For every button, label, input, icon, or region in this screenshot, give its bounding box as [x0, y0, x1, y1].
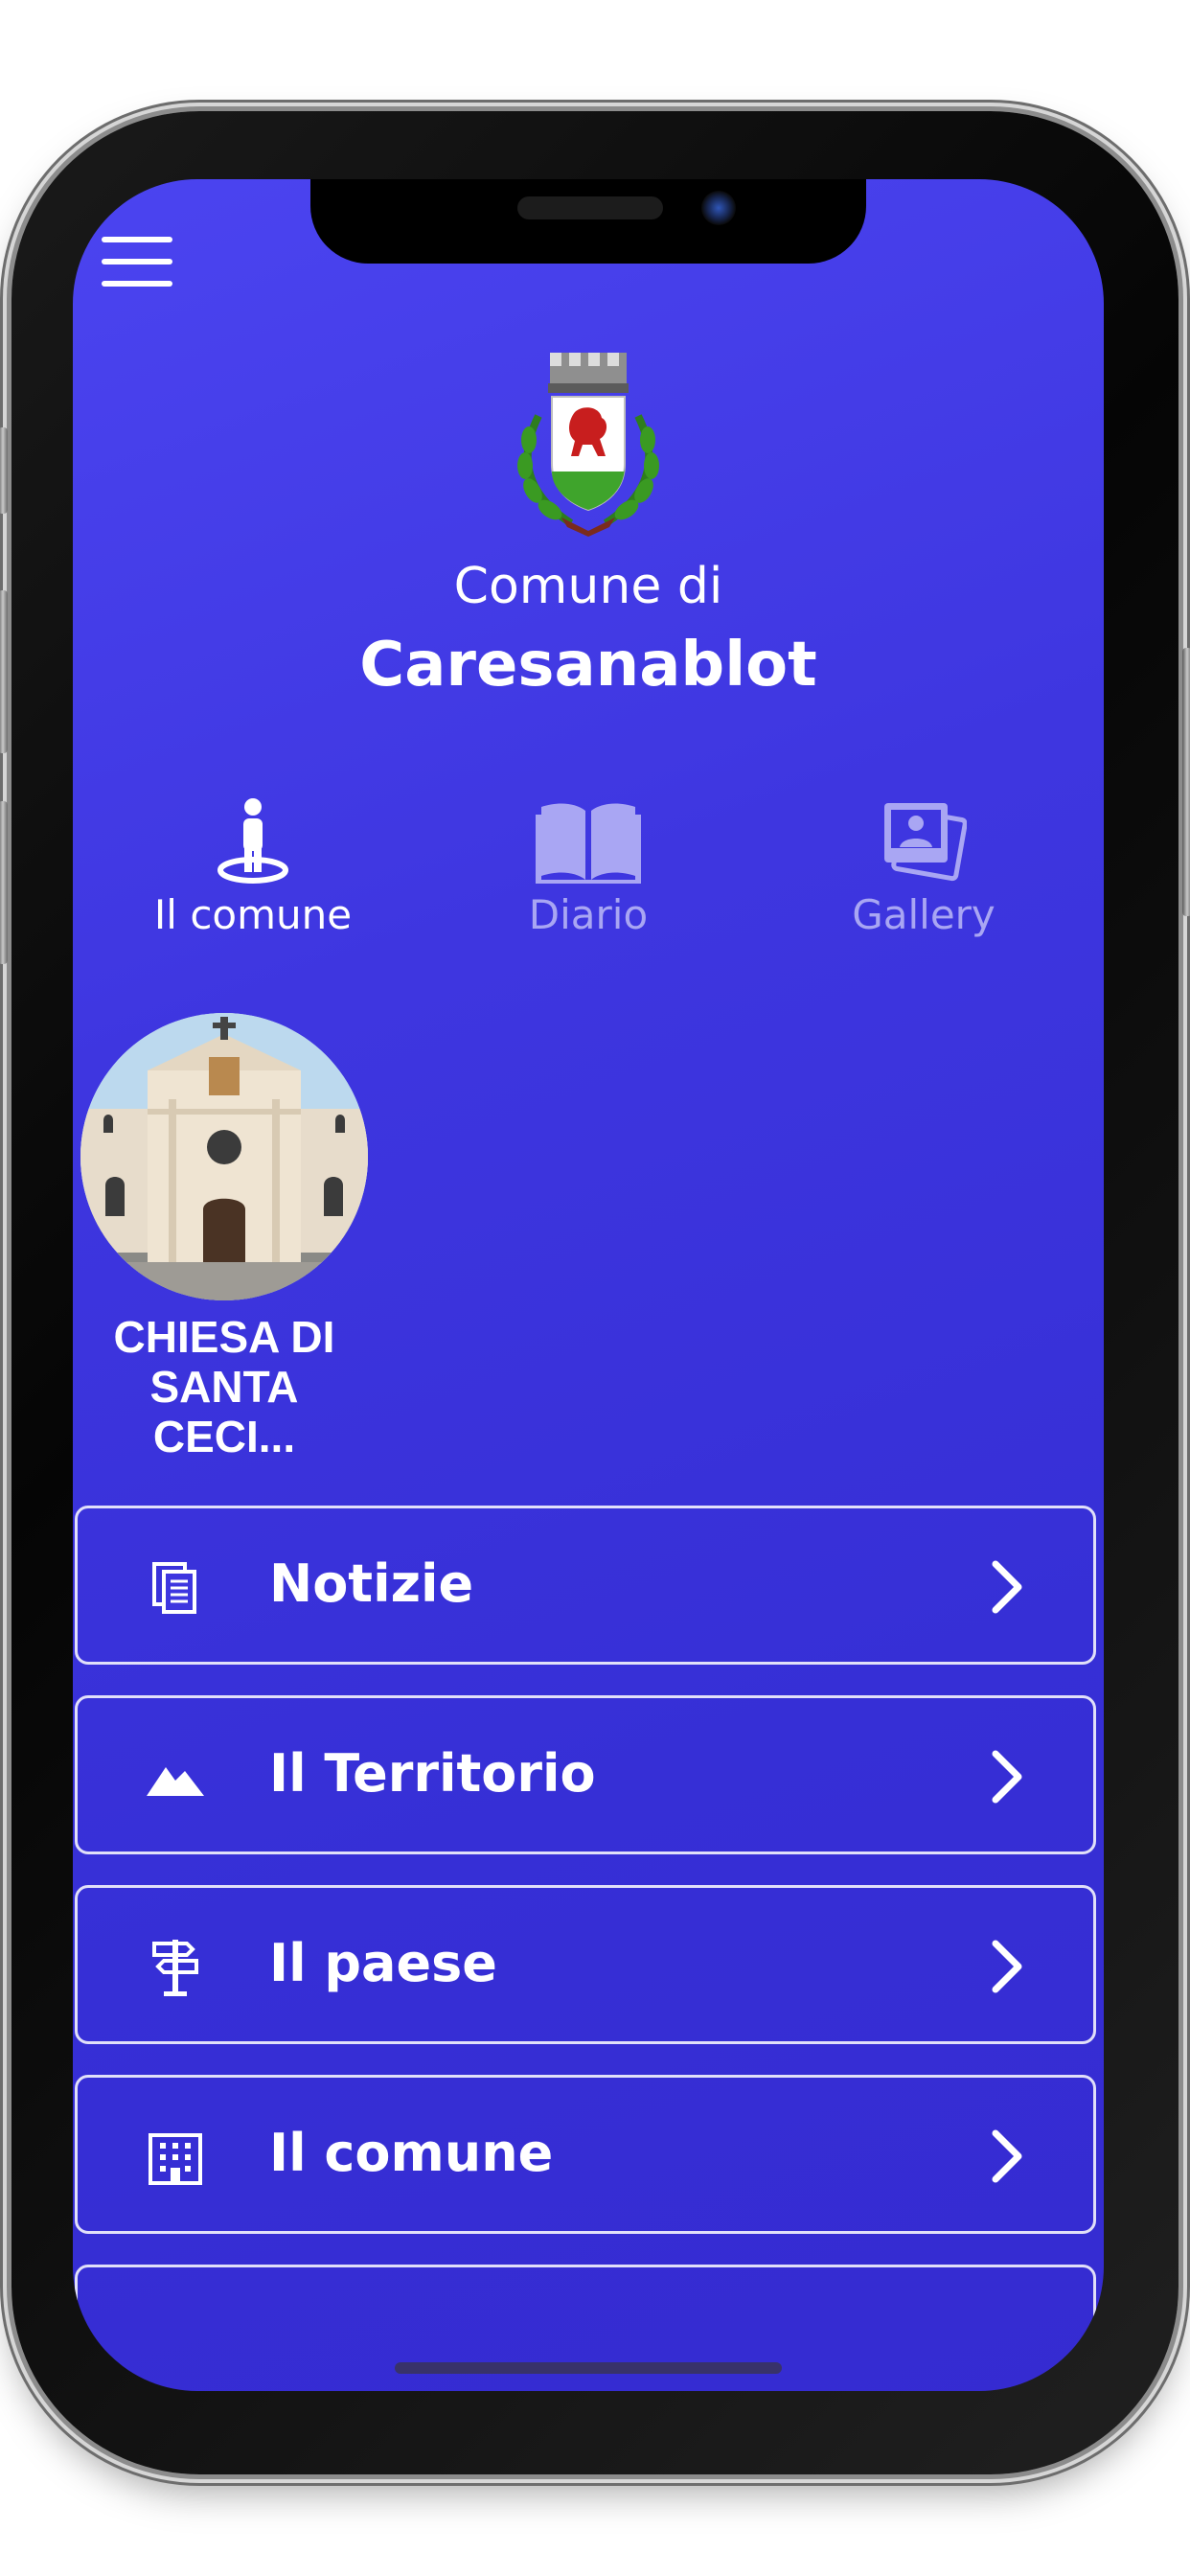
building-icon [149, 2133, 202, 2185]
menu-item-notizie[interactable]: Notizie [75, 1506, 1096, 1665]
device-notch [310, 179, 866, 264]
signpost-icon [152, 1940, 198, 1996]
featured-place-card[interactable]: CHIESA DI SANTA CECI... [80, 1013, 368, 1461]
tab-il-comune[interactable]: Il comune [109, 797, 397, 951]
photo-gallery-icon [884, 803, 967, 882]
documents-icon [152, 1562, 196, 1614]
comune-di-label: Comune di [453, 558, 723, 615]
city-name-title: Caresanablot [359, 630, 817, 701]
chevron-right-icon [992, 1750, 1022, 1804]
menu-item-il-paese[interactable]: Il paese [75, 1885, 1096, 2044]
menu-item-il-comune[interactable]: Il comune [75, 2075, 1096, 2234]
app-screen: Comune di Caresanablot Il comune Diario … [73, 179, 1104, 2391]
menu-item-label: Il Territorio [269, 1743, 596, 1804]
chevron-right-icon [992, 1940, 1022, 1993]
menu-item-label: Notizie [269, 1553, 474, 1614]
earpiece-speaker [517, 196, 663, 219]
volume-down-button [0, 801, 8, 964]
volume-up-button [0, 590, 8, 753]
menu-item-label: Il paese [269, 1933, 497, 1993]
chevron-right-icon [992, 1560, 1022, 1614]
home-indicator[interactable] [395, 2362, 782, 2374]
church-photo [80, 1013, 368, 1300]
featured-place-title: CHIESA DI SANTA CECI... [80, 1312, 368, 1461]
power-button [1182, 648, 1190, 916]
tab-gallery[interactable]: Gallery [780, 797, 1067, 951]
mountains-icon [147, 1767, 204, 1796]
person-standing-icon [217, 798, 288, 884]
chevron-right-icon [992, 2129, 1022, 2183]
featured-title-line-2: SANTA CECI... [149, 1362, 299, 1461]
coat-of-arms-icon [514, 349, 663, 537]
open-book-icon [536, 803, 641, 884]
menu-item-label: Il comune [269, 2123, 554, 2183]
front-camera [701, 191, 736, 225]
mute-switch [0, 427, 8, 514]
tab-label: Il comune [153, 891, 353, 938]
featured-title-line-1: CHIESA DI [113, 1312, 335, 1362]
tab-diario[interactable]: Diario [445, 797, 732, 951]
hamburger-menu-icon[interactable] [102, 237, 172, 287]
tab-label: Gallery [852, 891, 995, 938]
tab-label: Diario [528, 891, 649, 938]
menu-item-il-territorio[interactable]: Il Territorio [75, 1695, 1096, 1854]
